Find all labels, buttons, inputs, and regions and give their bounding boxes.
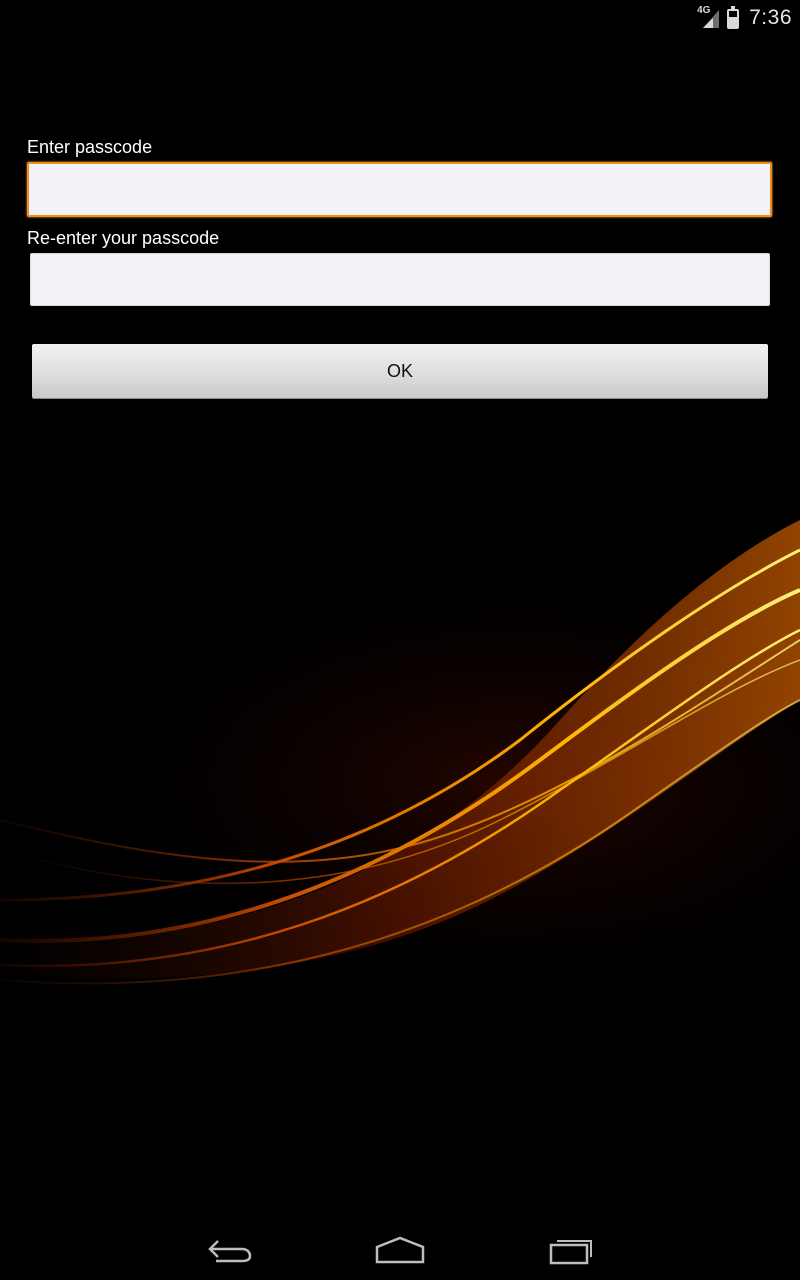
confirm-passcode-label: Re-enter your passcode bbox=[27, 228, 220, 248]
network-type-label: 4G bbox=[697, 5, 711, 16]
home-button[interactable] bbox=[360, 1228, 440, 1272]
recent-apps-button[interactable] bbox=[531, 1228, 611, 1272]
passcode-label: Enter passcode bbox=[27, 137, 153, 157]
home-icon bbox=[375, 1236, 425, 1264]
confirm-passcode-input[interactable] bbox=[30, 253, 770, 306]
battery-icon bbox=[727, 6, 740, 29]
status-icons: 4G 7:36 bbox=[697, 4, 792, 32]
passcode-input[interactable] bbox=[27, 162, 772, 217]
recent-apps-icon bbox=[549, 1240, 592, 1265]
ok-button[interactable]: OK bbox=[32, 344, 768, 398]
navigation-bar bbox=[0, 1216, 800, 1280]
clock: 7:36 bbox=[749, 6, 792, 29]
back-button[interactable] bbox=[190, 1228, 270, 1272]
passcode-screen: 4G 7:36 Enter passcode Re-enter your pas… bbox=[0, 0, 800, 1280]
signal-icon: 4G bbox=[697, 6, 721, 30]
status-bar: 4G 7:36 bbox=[0, 0, 800, 36]
back-icon bbox=[208, 1240, 252, 1263]
